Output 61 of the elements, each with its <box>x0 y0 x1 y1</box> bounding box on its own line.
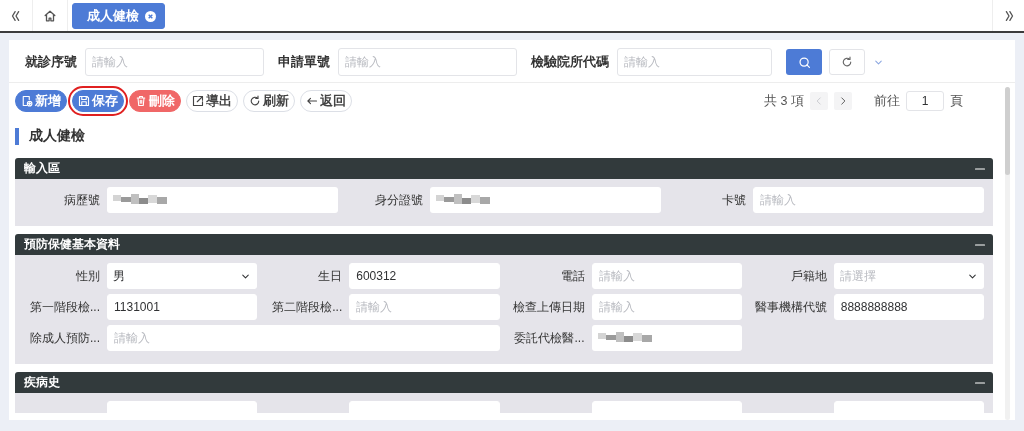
refresh-icon <box>249 95 261 107</box>
add-button[interactable]: 新增 <box>15 90 67 112</box>
input-field[interactable]: 1131001 <box>107 294 258 320</box>
search-field[interactable]: 請輸入 <box>617 48 772 76</box>
next-page-button[interactable] <box>834 92 852 110</box>
tab[interactable]: 成人健檢 <box>72 3 165 29</box>
export-button[interactable]: 導出 <box>186 90 238 112</box>
scrollbar[interactable] <box>1005 87 1010 420</box>
chevron-left-icon <box>814 96 824 106</box>
save-icon <box>78 95 90 107</box>
field-label: 性別 <box>75 267 101 285</box>
input-field[interactable]: 請輸入 <box>753 187 984 213</box>
input-field[interactable]: 8888888888 <box>833 294 984 320</box>
home-tab[interactable] <box>32 0 68 31</box>
select-field[interactable]: 男 <box>107 263 258 289</box>
field-label: 醫事機構代號 <box>753 298 828 316</box>
document-plus-icon <box>21 95 33 107</box>
refresh-icon <box>841 56 853 68</box>
search-field[interactable]: 請輸入 <box>338 48 517 76</box>
search-label: 檢驗院所代碼 <box>531 53 609 71</box>
close-icon[interactable] <box>145 10 156 22</box>
input-field[interactable] <box>591 325 742 351</box>
field-label: 身分證號 <box>374 191 424 209</box>
field-label: 檢查上傳日期 <box>511 298 586 316</box>
search-button[interactable] <box>786 49 822 75</box>
input-field[interactable]: 請輸入 <box>591 263 742 289</box>
field-label: 除成人預防... <box>29 329 101 347</box>
panel-title: 輸入區 <box>24 160 60 177</box>
search-label: 就診序號 <box>25 53 77 71</box>
section-title: 成人健檢 <box>29 127 85 145</box>
input-field[interactable] <box>430 187 661 213</box>
search-label: 申請單號 <box>278 53 330 71</box>
field-label: 第二階段檢... <box>271 298 344 316</box>
input-field[interactable] <box>107 187 338 213</box>
trash-icon <box>135 95 147 107</box>
refresh-button[interactable]: 刷新 <box>243 90 295 112</box>
back-button[interactable]: 返回 <box>300 90 352 112</box>
page-suffix: 頁 <box>950 92 963 110</box>
search-icon <box>797 55 811 69</box>
field-label: 病歷號 <box>63 191 101 209</box>
input-field[interactable]: 請輸入 <box>107 325 500 351</box>
chevron-right-icon <box>838 96 848 106</box>
page-field[interactable]: 1 <box>906 91 944 111</box>
field-label: 第一階段檢... <box>29 298 101 316</box>
return-arrow-icon <box>306 95 318 107</box>
input-field[interactable]: 請輸入 <box>349 294 500 320</box>
input-field[interactable]: 請輸入 <box>591 294 742 320</box>
panel-title: 疾病史 <box>24 374 60 391</box>
field-label: 委託代檢醫... <box>513 329 586 347</box>
search-field[interactable]: 請輸入 <box>85 48 264 76</box>
field-label: 戶籍地 <box>789 267 828 285</box>
reset-button[interactable] <box>829 49 865 75</box>
goto-label: 前往 <box>874 92 900 110</box>
home-icon <box>43 8 57 23</box>
input-field[interactable]: 600312 <box>349 263 500 289</box>
total-count: 共 3 項 <box>764 92 804 110</box>
field-label: 電話 <box>559 267 586 285</box>
field-label: 生日 <box>317 267 344 285</box>
export-icon <box>192 95 204 107</box>
field-label: 卡號 <box>721 191 747 209</box>
panel-title: 預防保健基本資料 <box>24 236 120 253</box>
